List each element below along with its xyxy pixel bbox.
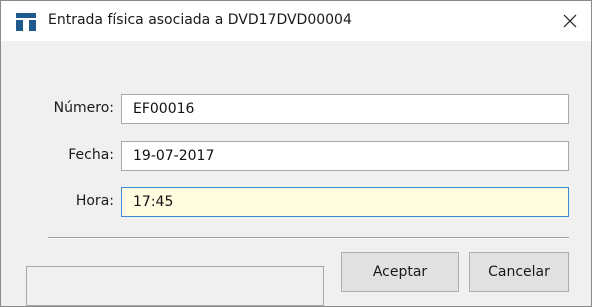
- fecha-field[interactable]: [121, 141, 569, 171]
- title-bar[interactable]: Entrada física asociada a DVD17DVD00004: [1, 1, 591, 41]
- fecha-label: Fecha:: [68, 147, 114, 163]
- cancel-button[interactable]: Cancelar: [469, 252, 569, 292]
- separator-line: [48, 237, 569, 239]
- hora-field[interactable]: [121, 187, 569, 217]
- close-icon: [563, 14, 577, 28]
- dialog-window: Entrada física asociada a DVD17DVD00004 …: [0, 0, 592, 307]
- accept-button[interactable]: Aceptar: [341, 252, 459, 292]
- numero-label: Número:: [53, 100, 114, 116]
- status-panel: [26, 266, 324, 306]
- numero-field[interactable]: [121, 94, 569, 124]
- close-button[interactable]: [549, 1, 591, 41]
- window-title: Entrada física asociada a DVD17DVD00004: [48, 12, 352, 28]
- hora-label: Hora:: [75, 193, 114, 209]
- app-logo-icon: [16, 13, 36, 31]
